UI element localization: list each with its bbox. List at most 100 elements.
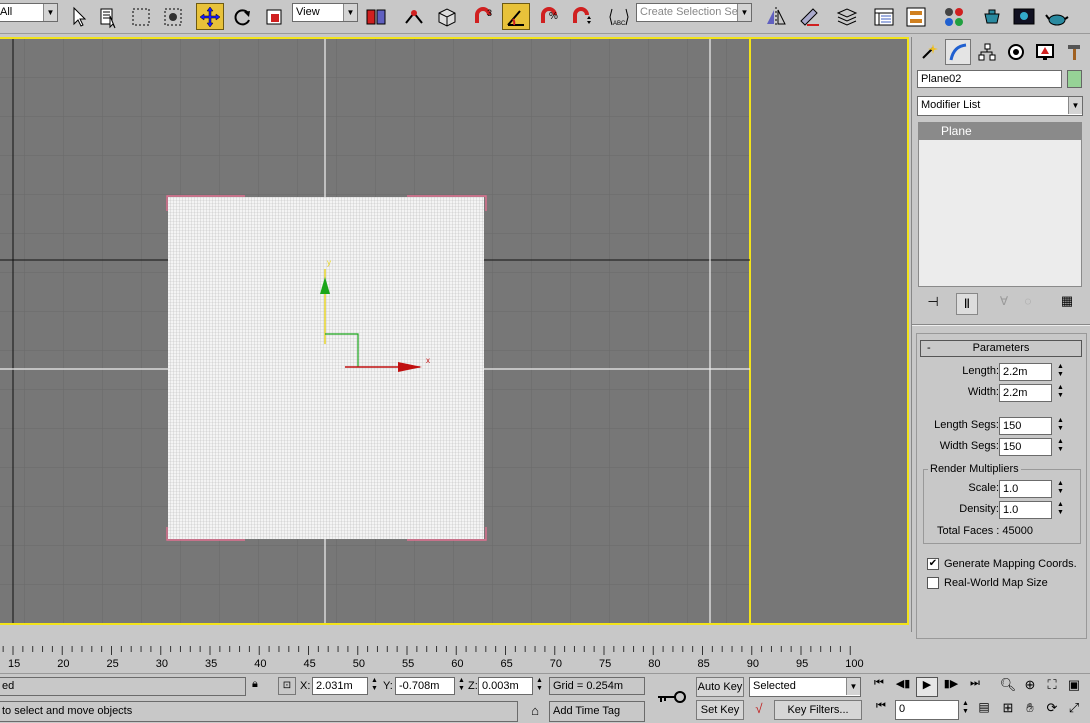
select-and-scale-button[interactable] (260, 3, 288, 30)
length-segs-spinner[interactable]: ▲ ▼ (1056, 417, 1065, 435)
pin-stack-icon[interactable]: ⊣ (922, 294, 944, 314)
density-field[interactable]: 1.0 (999, 501, 1052, 519)
width-field[interactable]: 2.2m (999, 384, 1052, 402)
scale-field[interactable]: 1.0 (999, 480, 1052, 498)
time-tag-icon[interactable]: ⌂ (524, 701, 546, 722)
edit-named-selection-button[interactable]: ABC (605, 3, 633, 30)
curve-editor-button[interactable] (870, 3, 898, 30)
lock-selection-icon[interactable]: 🔒︎ (252, 678, 266, 694)
show-end-result-icon[interactable]: Ⅱ (956, 293, 978, 315)
material-editor-button[interactable] (940, 3, 968, 30)
remove-modifier-icon[interactable]: ◌ (1018, 294, 1038, 314)
time-configuration-icon[interactable]: ▤ (974, 700, 994, 720)
previous-frame-icon[interactable]: ◀▮ (892, 677, 914, 697)
percent-snap-button[interactable]: % (535, 3, 563, 30)
rectangle-selection-icon (132, 8, 150, 25)
pan-hand-icon[interactable]: ✋︎ (1020, 700, 1040, 716)
modify-tab[interactable] (945, 39, 971, 65)
y-coord-spinner[interactable]: ▲ ▼ (457, 677, 466, 695)
length-field[interactable]: 2.2m (999, 363, 1052, 381)
field-of-view-icon[interactable]: ⊞ (998, 700, 1018, 716)
rendered-frame-window-button[interactable] (1010, 3, 1038, 30)
zoom-all-icon[interactable]: ⊕ (1020, 677, 1040, 693)
named-selection-dropdown[interactable]: Create Selection Set ▼ (636, 3, 752, 22)
scale-spinner[interactable]: ▲ ▼ (1056, 480, 1065, 498)
set-key-button[interactable]: Set Key (696, 700, 744, 720)
zoom-extents-icon[interactable]: ⛶ (1042, 677, 1062, 693)
go-to-end-icon[interactable]: ⏭ (964, 677, 986, 697)
width-segs-field[interactable]: 150 (999, 438, 1052, 456)
y-coord-field[interactable]: -0.708m (395, 677, 455, 695)
schematic-view-button[interactable] (902, 3, 930, 30)
perspective-viewport[interactable]: y x (0, 37, 909, 625)
select-by-name-button[interactable] (95, 3, 123, 30)
object-color-swatch[interactable] (1067, 70, 1082, 88)
hierarchy-tab[interactable] (974, 39, 1000, 65)
go-to-start-icon[interactable]: ⏮ (868, 677, 890, 697)
angle-snap-toggle-button[interactable] (502, 3, 530, 30)
real-world-map-checkbox[interactable] (927, 577, 939, 589)
key-tangent-icon[interactable]: √ (749, 701, 769, 721)
motion-tab[interactable] (1003, 39, 1029, 65)
spinner-snap-button[interactable] (567, 3, 595, 30)
select-object-button[interactable] (64, 3, 92, 30)
generate-mapping-checkbox[interactable]: ✔ (927, 558, 939, 570)
length-spinner[interactable]: ▲ ▼ (1056, 363, 1065, 381)
width-segs-spinner[interactable]: ▲ ▼ (1056, 438, 1065, 456)
zoom-icon[interactable]: 🔍︎ (998, 677, 1018, 693)
pivot-center-button[interactable] (362, 3, 390, 30)
layer-manager-button[interactable] (833, 3, 861, 30)
configure-modifier-sets-icon[interactable]: ▦ (1056, 293, 1078, 315)
density-spinner[interactable]: ▲ ▼ (1056, 501, 1065, 519)
select-and-rotate-button[interactable] (228, 3, 256, 30)
rect-selection-button[interactable] (127, 3, 155, 30)
z-coord-spinner[interactable]: ▲ ▼ (535, 677, 544, 695)
select-and-manipulate-button[interactable] (400, 3, 428, 30)
window-crossing-button[interactable] (159, 3, 187, 30)
orbit-icon[interactable]: ⟳ (1042, 700, 1062, 716)
current-frame-spinner[interactable]: ▲ ▼ (961, 700, 970, 718)
parameters-rollout-header[interactable]: - Parameters (920, 340, 1082, 357)
display-tab[interactable] (1032, 39, 1058, 65)
z-coord-field[interactable]: 0.003m (478, 677, 533, 695)
modifier-list-label: Modifier List (921, 99, 981, 111)
width-spinner[interactable]: ▲ ▼ (1056, 384, 1065, 402)
next-frame-icon[interactable]: ▮▶ (940, 677, 962, 697)
transform-gizmo[interactable]: y x (310, 249, 440, 379)
timeline-tick-label: 95 (796, 658, 808, 670)
add-time-tag-field[interactable]: Add Time Tag (549, 701, 645, 722)
select-and-move-button[interactable] (196, 3, 224, 30)
maximize-viewport-icon[interactable]: ⤢ (1064, 700, 1084, 716)
align-button[interactable] (795, 3, 823, 30)
zoom-extents-all-icon[interactable]: ▣ (1064, 677, 1084, 693)
x-coord-spinner[interactable]: ▲ ▼ (370, 677, 379, 695)
magnet-3d-icon: 3 (475, 6, 492, 23)
make-unique-icon[interactable]: ∀ (994, 294, 1014, 314)
key-filters-button[interactable]: Key Filters... (774, 700, 862, 720)
utilities-tab[interactable] (1061, 39, 1087, 65)
mirror-button[interactable] (762, 3, 790, 30)
track-bar[interactable]: 15 20 25 30 35 40 45 50 55 60 65 70 75 80 85 90 95 100 (0, 645, 909, 673)
reference-coordinate-dropdown[interactable]: View ▼ (292, 3, 358, 22)
keyboard-shortcut-override-button[interactable] (433, 3, 461, 30)
play-icon[interactable]: ▶ (916, 677, 938, 697)
selection-filter-dropdown[interactable]: All ▼ (0, 3, 58, 22)
timeline-tick-label: 20 (57, 658, 69, 670)
quick-render-button[interactable] (1043, 3, 1071, 30)
object-name-field[interactable]: Plane02 (917, 70, 1062, 88)
stack-item-plane[interactable]: Plane (919, 123, 1081, 140)
length-segs-field[interactable]: 150 (999, 417, 1052, 435)
render-setup-button[interactable] (978, 3, 1006, 30)
x-coord-field[interactable]: 2.031m (312, 677, 368, 695)
modifier-list-dropdown[interactable]: Modifier List ▼ (917, 96, 1083, 116)
y-coord-label: Y: (383, 680, 393, 692)
timeline-tick-label: 50 (353, 658, 365, 670)
set-key-big-button[interactable] (650, 678, 692, 720)
current-frame-field[interactable]: 0 (895, 700, 959, 720)
key-mode-toggle-icon[interactable]: ⏮ (872, 700, 890, 720)
auto-key-button[interactable]: Auto Key (696, 677, 744, 697)
absolute-mode-icon[interactable]: ⊡ (278, 677, 296, 695)
key-mode-dropdown[interactable]: Selected ▼ (749, 677, 861, 697)
snaps-toggle-button[interactable]: 3 (469, 3, 497, 30)
create-tab[interactable] (916, 39, 942, 65)
